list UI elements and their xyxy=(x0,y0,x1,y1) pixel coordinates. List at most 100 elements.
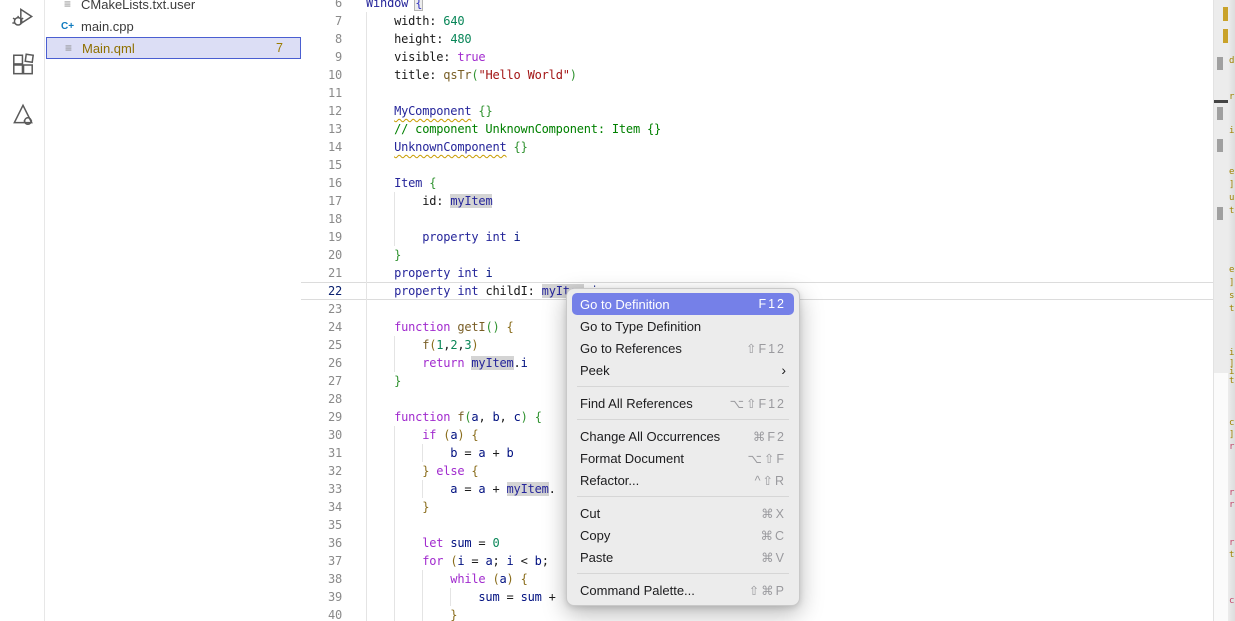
line-number: 20 xyxy=(301,246,342,264)
minimap-glyph: i xyxy=(1229,349,1234,358)
code-text: return myItem.i xyxy=(366,354,528,372)
code-line-18[interactable]: 18 xyxy=(301,210,1213,228)
line-number: 22 xyxy=(301,282,342,300)
code-line-40[interactable]: 40 } xyxy=(301,606,1213,621)
ruler-occurrence-mark xyxy=(1217,139,1223,152)
code-text xyxy=(366,390,394,408)
menu-item-label: Copy xyxy=(580,528,610,543)
code-text: f(1,2,3) xyxy=(366,336,478,354)
code-text: title: qsTr("Hello World") xyxy=(366,66,577,84)
menu-item-label: Find All References xyxy=(580,396,693,411)
minimap-glyph: c xyxy=(1229,597,1234,606)
line-number: 37 xyxy=(301,552,342,570)
overview-ruler-scrollbar[interactable] xyxy=(1213,0,1228,621)
minimap-glyph: t xyxy=(1229,551,1234,560)
code-line-20[interactable]: 20 } xyxy=(301,246,1213,264)
line-number: 26 xyxy=(301,354,342,372)
testing-icon[interactable] xyxy=(0,91,45,136)
line-number: 23 xyxy=(301,300,342,318)
code-line-6[interactable]: 6 Window { xyxy=(301,0,1213,12)
menu-item-go-to-type-definition[interactable]: Go to Type Definition xyxy=(572,315,794,337)
code-text: } xyxy=(366,498,429,516)
code-line-10[interactable]: 10 title: qsTr("Hello World") xyxy=(301,66,1213,84)
menu-item-label: Go to Type Definition xyxy=(580,319,701,334)
menu-item-shortcut: ⌥⇧F xyxy=(747,451,786,466)
cpp-file-icon: C+ xyxy=(59,21,76,32)
code-line-15[interactable]: 15 xyxy=(301,156,1213,174)
file-icon: ≡ xyxy=(59,0,76,11)
code-line-7[interactable]: 7 width: 640 xyxy=(301,12,1213,30)
file-row-main-qml[interactable]: ≡Main.qml7 xyxy=(46,37,301,59)
vscode-window: ≡CMakeLists.txt.user C+ main.cpp ≡ Main.qml 7… xyxy=(0,0,1235,621)
run-and-debug-icon[interactable] xyxy=(0,0,45,39)
line-number: 11 xyxy=(301,84,342,102)
menu-item-go-to-definition[interactable]: Go to DefinitionF12 xyxy=(572,293,794,315)
menu-item-label: Format Document xyxy=(580,451,684,466)
code-text: MyComponent {} xyxy=(366,102,492,120)
menu-item-paste[interactable]: Paste⌘V xyxy=(572,546,794,568)
menu-item-cut[interactable]: Cut ⌘X xyxy=(572,502,794,524)
menu-item-shortcut: ⌘X xyxy=(761,506,786,521)
menu-item-go-to-references[interactable]: Go to References⇧F12 xyxy=(572,337,794,359)
line-number: 29 xyxy=(301,408,342,426)
file-icon: ≡ xyxy=(60,41,77,55)
minimap[interactable]: drie]ute]sti]itc]rrrrtc xyxy=(1228,0,1235,621)
code-line-9[interactable]: 9 visible: true xyxy=(301,48,1213,66)
code-text: height: 480 xyxy=(366,30,471,48)
line-number: 12 xyxy=(301,102,342,120)
code-line-13[interactable]: 13 // component UnknownComponent: Item {… xyxy=(301,120,1213,138)
menu-item-find-all-references[interactable]: Find All References ⌥⇧F12 xyxy=(572,392,794,414)
code-text: let sum = 0 xyxy=(366,534,500,552)
menu-item-shortcut: ⌘F2 xyxy=(753,429,786,444)
menu-item-shortcut: F12 xyxy=(758,297,786,311)
menu-item-refactor[interactable]: Refactor...^⇧R xyxy=(572,469,794,491)
code-text: property int i xyxy=(366,264,492,282)
scrollbar-thumb[interactable] xyxy=(1214,0,1229,373)
code-line-8[interactable]: 8 height: 480 xyxy=(301,30,1213,48)
menu-item-peek[interactable]: Peek› xyxy=(572,359,794,381)
code-line-17[interactable]: 17 id: myItem xyxy=(301,192,1213,210)
line-number: 10 xyxy=(301,66,342,84)
code-text: a = a + myItem. xyxy=(366,480,556,498)
code-text xyxy=(366,300,394,318)
minimap-glyph: i xyxy=(1229,127,1234,136)
activity-bar xyxy=(0,0,45,621)
line-number: 14 xyxy=(301,138,342,156)
code-line-12[interactable]: 12 MyComponent {} xyxy=(301,102,1213,120)
line-number: 13 xyxy=(301,120,342,138)
line-number: 36 xyxy=(301,534,342,552)
line-number: 27 xyxy=(301,372,342,390)
menu-item-copy[interactable]: Copy⌘C xyxy=(572,524,794,546)
menu-separator xyxy=(577,419,789,420)
minimap-glyph: r xyxy=(1229,93,1234,102)
menu-separator xyxy=(577,386,789,387)
file-list: ≡CMakeLists.txt.userC+main.cpp≡Main.qml7 xyxy=(46,0,301,59)
minimap-glyph: ] xyxy=(1229,181,1234,190)
extensions-icon[interactable] xyxy=(0,42,45,87)
line-number: 17 xyxy=(301,192,342,210)
file-label: Main.qml xyxy=(82,41,276,56)
code-line-21[interactable]: 21 property int i xyxy=(301,264,1213,282)
code-line-14[interactable]: 14 UnknownComponent {} xyxy=(301,138,1213,156)
line-number: 25 xyxy=(301,336,342,354)
line-number: 24 xyxy=(301,318,342,336)
minimap-glyph: u xyxy=(1229,194,1234,203)
code-line-19[interactable]: 19 property int i xyxy=(301,228,1213,246)
file-row-main-cpp[interactable]: C+ main.cpp xyxy=(46,15,301,37)
menu-item-change-all-occurrences[interactable]: Change All Occurrences⌘F2 xyxy=(572,425,794,447)
line-number: 6 xyxy=(301,0,342,12)
file-row-cmakelists-txt-user[interactable]: ≡CMakeLists.txt.user xyxy=(46,0,301,15)
menu-item-label: Peek xyxy=(580,363,610,378)
line-number: 19 xyxy=(301,228,342,246)
file-label: main.cpp xyxy=(81,19,301,34)
line-number: 30 xyxy=(301,426,342,444)
menu-item-format-document[interactable]: Format Document ⌥⇧F xyxy=(572,447,794,469)
code-text: Window { xyxy=(366,0,422,12)
line-number: 34 xyxy=(301,498,342,516)
code-line-16[interactable]: 16 Item { xyxy=(301,174,1213,192)
code-line-11[interactable]: 11 xyxy=(301,84,1213,102)
menu-item-command-palette[interactable]: Command Palette...⇧⌘P xyxy=(572,579,794,601)
menu-item-shortcut: ⌥⇧F12 xyxy=(730,396,786,411)
minimap-glyph: c xyxy=(1229,419,1234,428)
menu-item-label: Cut xyxy=(580,506,600,521)
